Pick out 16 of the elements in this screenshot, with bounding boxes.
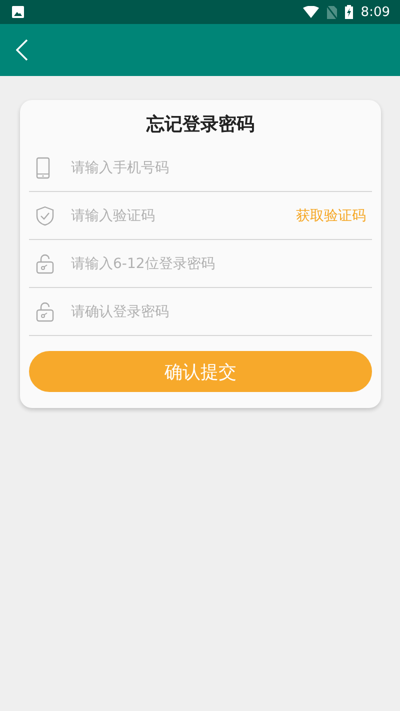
wifi-icon (302, 6, 319, 18)
phone-icon (36, 156, 50, 178)
input-field[interactable]: 请输入6-12位登录密码 (71, 256, 372, 272)
form-title: 忘记登录密码 (145, 113, 256, 136)
input-field[interactable]: 请确认登录密码 (71, 304, 372, 320)
get-code-button[interactable]: 获取验证码 (296, 206, 372, 224)
status-time: 8:09 (360, 4, 390, 20)
shield-check-icon (36, 206, 54, 226)
image-icon (12, 6, 24, 18)
submit-button[interactable]: 确认提交 (29, 351, 372, 392)
lock-icon (36, 254, 54, 274)
input-field[interactable]: 请输入验证码 (71, 208, 296, 224)
no-sim-icon (326, 6, 337, 18)
battery-charging-icon (344, 5, 353, 19)
lock-icon (36, 302, 54, 322)
input-field[interactable]: 请输入手机号码 (71, 160, 372, 176)
